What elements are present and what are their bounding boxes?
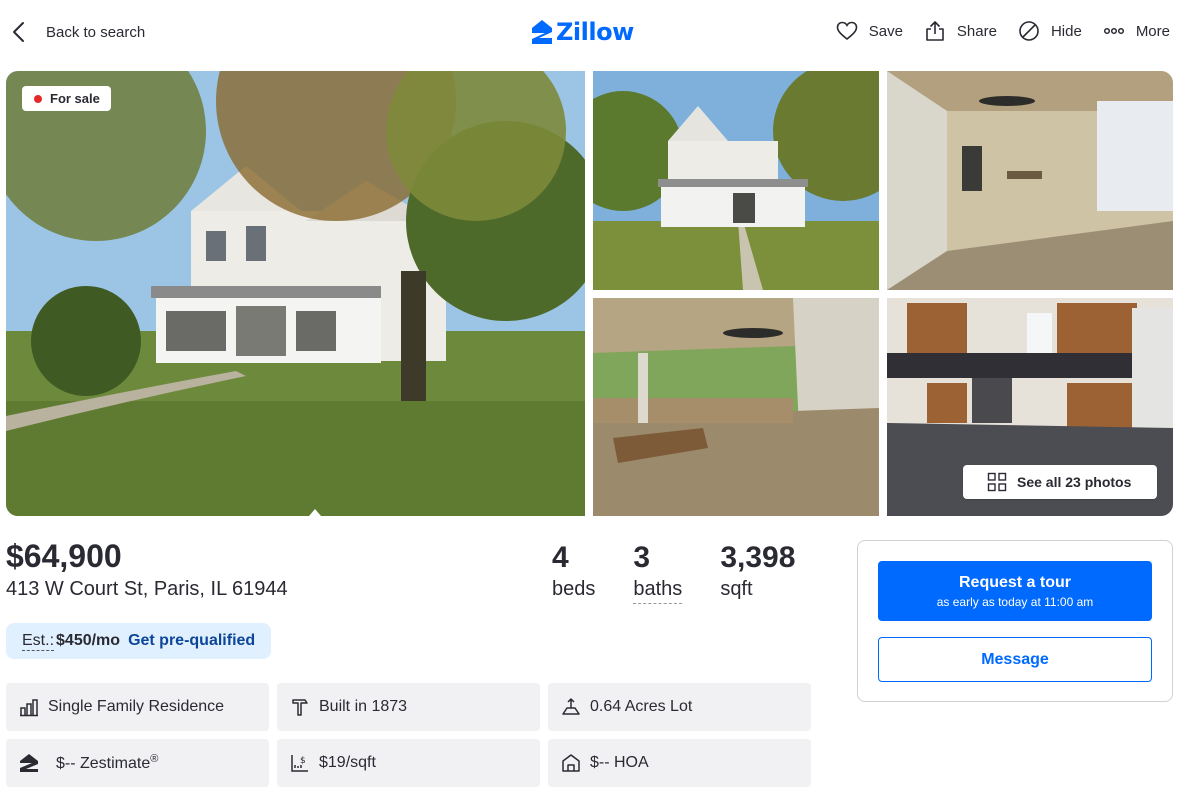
house-front-image — [593, 71, 879, 290]
chevron-left-icon — [13, 22, 24, 42]
main-photo[interactable] — [6, 71, 585, 516]
feature-zestimate: $-- Zestimate® — [6, 739, 269, 787]
save-label: Save — [868, 22, 903, 40]
listing-address: 413 W Court St, Paris, IL 61944 — [6, 578, 288, 600]
share-icon — [926, 21, 944, 41]
sqft-label: sqft — [720, 578, 753, 600]
share-button[interactable]: Share — [923, 19, 997, 43]
back-to-search-label: Back to search — [46, 23, 146, 41]
listing-price: $64,900 — [6, 538, 122, 574]
feature-label: $-- HOA — [590, 754, 649, 771]
caret-up-icon — [309, 509, 321, 516]
hoa-icon — [562, 754, 580, 772]
lot-icon — [562, 698, 580, 715]
estimate-label[interactable]: Est.: — [22, 632, 55, 651]
feature-label: $-- Zestimate® — [48, 753, 158, 773]
save-button[interactable]: Save — [835, 19, 903, 43]
feature-year-built: Built in 1873 — [277, 683, 540, 731]
for-sale-badge: For sale — [22, 86, 111, 111]
feature-label: Single Family Residence — [48, 698, 225, 715]
gallery-photo-porch-bench[interactable] — [593, 298, 879, 516]
bed-bath-sqft-facts: 4 beds 3 baths 3,398 sqft — [552, 540, 833, 604]
more-icon — [1103, 27, 1124, 35]
more-label: More — [1135, 22, 1170, 40]
porch-bench-image — [593, 298, 879, 516]
feature-label: 0.64 Acres Lot — [590, 698, 693, 715]
porch-image — [887, 71, 1173, 290]
baths-fact[interactable]: 3 baths — [633, 540, 683, 604]
hammer-icon — [292, 699, 308, 716]
feature-home-type: Single Family Residence — [6, 683, 269, 731]
svg-text:$: $ — [300, 756, 306, 766]
feature-hoa: $-- HOA — [548, 739, 811, 787]
gallery-photo-front[interactable] — [593, 71, 879, 290]
top-bar: Back to search Zillow Save Share Hide Mo… — [0, 0, 1188, 64]
feature-lot-size: 0.64 Acres Lot — [548, 683, 811, 731]
sqft-fact: 3,398 sqft — [720, 540, 795, 604]
message-button[interactable]: Message — [878, 637, 1152, 682]
more-button[interactable]: More — [1102, 19, 1170, 43]
back-to-search-link[interactable]: Back to search — [10, 20, 145, 44]
estimate-value: $450/mo — [56, 632, 121, 649]
request-tour-button[interactable]: Request a tour as early as today at 11:0… — [878, 561, 1152, 621]
get-pre-qualified-link[interactable]: Get pre-qualified — [128, 632, 255, 650]
zillow-logo-text: Zillow — [556, 18, 634, 46]
monthly-estimate-pill: Est.: $450/mo Get pre-qualified — [6, 623, 272, 659]
house-exterior-image — [6, 71, 585, 516]
zestimate-text: $-- Zestimate — [56, 755, 151, 773]
baths-value: 3 — [633, 541, 651, 574]
home-type-icon — [20, 699, 38, 717]
see-all-photos-label: See all 23 photos — [1017, 474, 1132, 490]
gallery-photo-porch[interactable] — [887, 71, 1173, 290]
baths-label[interactable]: baths — [633, 576, 683, 604]
heart-icon — [836, 21, 858, 41]
hide-button[interactable]: Hide — [1017, 19, 1082, 43]
zestimate-icon — [20, 754, 38, 772]
for-sale-dot-icon — [34, 94, 42, 103]
sqft-value: 3,398 — [720, 541, 796, 574]
feature-label: Built in 1873 — [319, 698, 408, 715]
listing-actions: Save Share Hide More — [815, 19, 1170, 43]
price-per-sqft-icon: $ — [291, 755, 308, 772]
share-label: Share — [956, 22, 997, 40]
zillow-logo-icon — [532, 20, 552, 44]
hide-icon — [1019, 21, 1039, 41]
grid-icon — [987, 472, 1007, 492]
beds-label: beds — [552, 578, 596, 600]
request-tour-label: Request a tour — [958, 573, 1071, 591]
photo-gallery: For sale See all 23 photos — [6, 71, 1173, 516]
contact-card: Request a tour as early as today at 11:0… — [857, 540, 1173, 702]
beds-fact: 4 beds — [552, 540, 595, 604]
hide-label: Hide — [1050, 22, 1082, 40]
beds-value: 4 — [552, 541, 569, 574]
feature-label: $19/sqft — [319, 754, 376, 771]
feature-price-per-sqft: $ $19/sqft — [277, 739, 540, 787]
request-tour-sublabel: as early as today at 11:00 am — [936, 594, 1094, 609]
see-all-photos-button[interactable]: See all 23 photos — [963, 465, 1157, 499]
zillow-logo[interactable]: Zillow — [531, 18, 634, 46]
registered-mark: ® — [150, 752, 159, 765]
for-sale-label: For sale — [50, 91, 100, 106]
